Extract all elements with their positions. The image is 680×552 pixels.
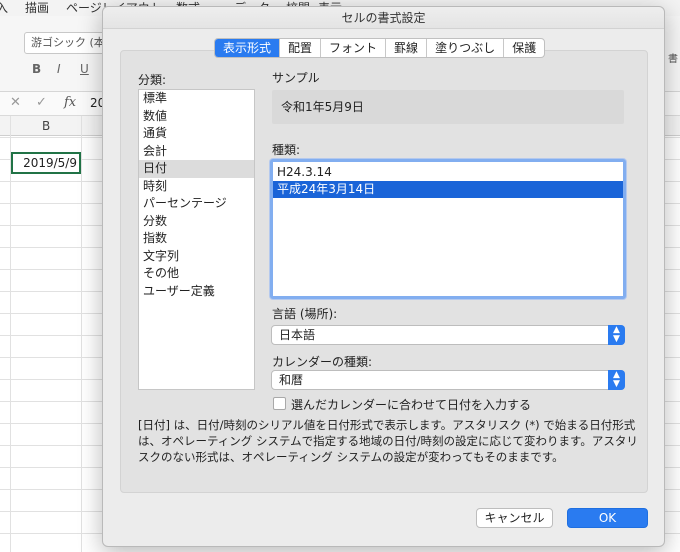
grid-line: [81, 116, 82, 552]
tab-font[interactable]: フォント: [321, 39, 387, 57]
category-item-accounting[interactable]: 会計: [139, 143, 254, 161]
calendar-input-checkbox-label[interactable]: 選んだカレンダーに合わせて日付を入力する: [291, 396, 531, 413]
category-list[interactable]: 標準 数値 通貨 会計 日付 時刻 パーセンテージ 分数 指数 文字列 その他 …: [138, 89, 255, 390]
calendar-type-label: カレンダーの種類:: [272, 355, 373, 369]
category-item-custom[interactable]: ユーザー定義: [139, 283, 254, 301]
type-list[interactable]: H24.3.14 平成24年3月14日: [270, 159, 626, 299]
type-item-h24[interactable]: H24.3.14: [273, 164, 623, 181]
category-description: [日付] は、日付/時刻のシリアル値を日付形式で表示します。アスタリスク (*)…: [138, 418, 638, 464]
italic-button[interactable]: I: [57, 62, 61, 76]
confirm-entry-icon[interactable]: ✓: [36, 95, 47, 110]
locale-select[interactable]: 日本語 ▲ ▼: [271, 325, 625, 345]
ribbon-tab-insert[interactable]: 入: [0, 0, 8, 16]
tab-fill[interactable]: 塗りつぶし: [427, 39, 505, 57]
sample-label: サンプル: [272, 71, 320, 85]
category-item-currency[interactable]: 通貨: [139, 125, 254, 143]
locale-label: 言語 (場所):: [272, 307, 338, 321]
cancel-button[interactable]: キャンセル: [476, 508, 553, 528]
category-label: 分類:: [138, 73, 167, 87]
category-item-date[interactable]: 日付: [139, 160, 254, 178]
format-cells-dialog: セルの書式設定 分類: 標準 数値 通貨 会計 日付 時刻 パーセンテージ 分数…: [102, 6, 665, 547]
chevron-up-down-icon: ▲ ▼: [608, 370, 625, 390]
category-item-number[interactable]: 数値: [139, 108, 254, 126]
category-item-percentage[interactable]: パーセンテージ: [139, 195, 254, 213]
underline-button[interactable]: U: [80, 62, 89, 76]
ribbon-right-label: 書: [668, 54, 678, 65]
category-item-fraction[interactable]: 分数: [139, 213, 254, 231]
chevron-up-down-icon: ▲ ▼: [608, 325, 625, 345]
category-item-text[interactable]: 文字列: [139, 248, 254, 266]
tab-content-panel: 分類: 標準 数値 通貨 会計 日付 時刻 パーセンテージ 分数 指数 文字列 …: [120, 50, 648, 493]
format-tab-bar: 表示形式 配置 フォント 罫線 塗りつぶし 保護: [214, 38, 546, 58]
dialog-title: セルの書式設定: [103, 7, 664, 29]
category-item-scientific[interactable]: 指数: [139, 230, 254, 248]
tab-border[interactable]: 罫線: [386, 39, 428, 57]
sample-preview: 令和1年5月9日: [272, 90, 624, 124]
bold-button[interactable]: B: [32, 62, 41, 76]
ribbon-right-group: 書: [666, 36, 680, 91]
column-header-b[interactable]: B: [42, 119, 50, 133]
category-item-general[interactable]: 標準: [139, 90, 254, 108]
calendar-type-select[interactable]: 和暦 ▲ ▼: [271, 370, 625, 390]
type-label: 種類:: [272, 143, 301, 157]
ribbon-tab-draw[interactable]: 描画: [25, 0, 49, 16]
locale-value: 日本語: [279, 328, 316, 342]
calendar-type-value: 和暦: [279, 373, 304, 387]
ok-button[interactable]: OK: [567, 508, 648, 528]
cancel-entry-icon[interactable]: ✕: [10, 95, 21, 110]
category-item-special[interactable]: その他: [139, 265, 254, 283]
tab-number[interactable]: 表示形式: [215, 39, 281, 57]
tab-alignment[interactable]: 配置: [280, 39, 322, 57]
tab-protection[interactable]: 保護: [504, 39, 544, 57]
category-item-time[interactable]: 時刻: [139, 178, 254, 196]
font-name-combobox[interactable]: 游ゴシック (本文: [24, 32, 106, 54]
cell-b2[interactable]: 2019/5/9: [11, 152, 81, 174]
calendar-input-checkbox[interactable]: [273, 397, 286, 410]
grid-line: [10, 116, 11, 552]
type-item-heisei[interactable]: 平成24年3月14日: [273, 181, 623, 198]
function-icon[interactable]: fx: [64, 95, 76, 110]
